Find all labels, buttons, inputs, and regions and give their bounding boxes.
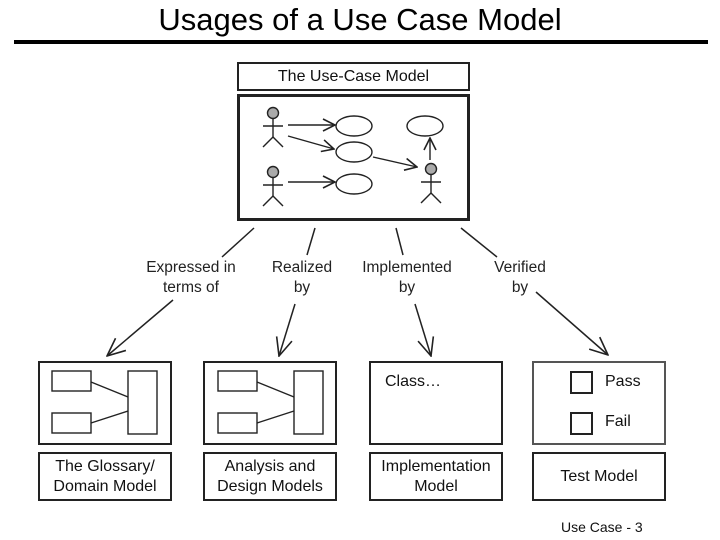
relation-arrow — [414, 303, 431, 356]
relation-arrow — [535, 291, 608, 355]
slide-footer: Use Case - 3 — [561, 519, 643, 535]
actor-icon — [420, 162, 442, 204]
class-diagram-icon — [217, 370, 324, 435]
association-arrow — [287, 135, 334, 149]
class-diagram-icon — [51, 370, 158, 435]
use-case-ellipse — [406, 115, 444, 137]
use-case-ellipse — [335, 173, 373, 195]
relation-line — [306, 227, 316, 256]
association-arrow — [372, 156, 417, 167]
use-case-ellipse — [335, 141, 373, 163]
relation-line — [460, 227, 498, 258]
relation-arrow — [107, 299, 174, 356]
actor-icon — [262, 106, 284, 148]
actor-icon — [262, 165, 284, 207]
use-case-ellipse — [335, 115, 373, 137]
relation-line — [221, 227, 255, 258]
relation-arrow — [279, 303, 296, 356]
diagram-graphics — [51, 106, 720, 435]
relation-line — [395, 227, 404, 256]
